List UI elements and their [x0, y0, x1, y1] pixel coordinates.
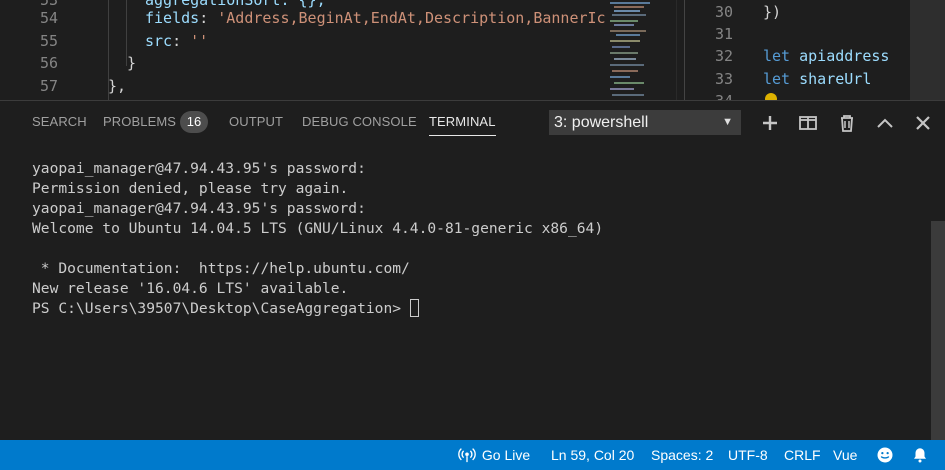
- chevron-down-icon: ▼: [722, 116, 733, 128]
- encoding[interactable]: UTF-8: [728, 440, 768, 470]
- code-line-57: },: [108, 77, 127, 95]
- terminal-select[interactable]: 3: powershell ▼: [549, 110, 741, 135]
- panel: SEARCH PROBLEMS 16 OUTPUT DEBUG CONSOLE T…: [0, 100, 945, 441]
- terminal-cursor: [409, 299, 419, 317]
- terminal-line: yaopai_manager@47.94.43.95's password:: [32, 200, 366, 217]
- terminal-scrollbar[interactable]: [931, 221, 945, 441]
- line-number: 34: [685, 90, 733, 100]
- terminal-output[interactable]: yaopai_manager@47.94.43.95's password: P…: [32, 159, 912, 319]
- indentation[interactable]: Spaces: 2: [651, 440, 713, 470]
- line-number: 57: [39, 77, 58, 95]
- tab-search[interactable]: SEARCH: [32, 101, 87, 143]
- left-editor[interactable]: 53 aggregationSort: {}, 54 fields: 'Addr…: [0, 0, 684, 100]
- line-number: 32: [714, 47, 733, 65]
- tab-problems-label: PROBLEMS: [103, 114, 177, 129]
- status-bar: Go Live Ln 59, Col 20 Spaces: 2 UTF-8 CR…: [0, 440, 945, 470]
- line-number: 54: [39, 9, 58, 27]
- split-icon[interactable]: [796, 111, 820, 135]
- lightbulb-icon[interactable]: [765, 93, 777, 100]
- code-line-33: let shareUrl: [763, 70, 872, 88]
- close-icon[interactable]: [911, 111, 935, 135]
- terminal-line: yaopai_manager@47.94.43.95's password:: [32, 160, 366, 177]
- plus-icon[interactable]: [758, 111, 782, 135]
- minimap[interactable]: [606, 0, 676, 100]
- tab-problems[interactable]: PROBLEMS 16: [103, 101, 209, 143]
- line-number: 56: [39, 54, 58, 72]
- panel-tabs: SEARCH PROBLEMS 16 OUTPUT DEBUG CONSOLE T…: [0, 101, 945, 143]
- feedback-smiley-icon[interactable]: [876, 440, 894, 470]
- terminal-prompt-line[interactable]: PS C:\Users\39507\Desktop\CaseAggregatio…: [32, 299, 912, 319]
- code-line-30: }): [763, 3, 782, 21]
- cursor-position[interactable]: Ln 59, Col 20: [551, 440, 634, 470]
- terminal-line: * Documentation: https://help.ubuntu.com…: [32, 260, 410, 277]
- tab-output[interactable]: OUTPUT: [229, 101, 283, 143]
- code-line-55: src: '': [145, 32, 209, 50]
- editor-scrollbar[interactable]: [676, 0, 684, 100]
- line-ending[interactable]: CRLF: [784, 440, 821, 470]
- notification-bell-icon[interactable]: [911, 440, 929, 470]
- trash-icon[interactable]: [835, 111, 859, 135]
- terminal-prompt: PS C:\Users\39507\Desktop\CaseAggregatio…: [32, 300, 410, 317]
- tab-terminal[interactable]: TERMINAL: [429, 101, 496, 143]
- chevron-up-icon[interactable]: [873, 111, 897, 135]
- terminal-select-value: 3: powershell: [554, 114, 649, 131]
- line-number: 30: [714, 3, 733, 21]
- problems-count-badge: 16: [180, 110, 209, 133]
- code-line-54: fields: 'Address,BeginAt,EndAt,Descripti…: [145, 9, 606, 27]
- terminal-line: Permission denied, please try again.: [32, 180, 349, 197]
- terminal-line: New release '16.04.6 LTS' available.: [32, 280, 349, 297]
- tab-debug-console[interactable]: DEBUG CONSOLE: [302, 101, 417, 143]
- editor-area: 53 aggregationSort: {}, 54 fields: 'Addr…: [0, 0, 945, 100]
- broadcast-icon: [458, 448, 476, 463]
- line-number: 31: [714, 25, 733, 43]
- line-number: 55: [39, 32, 58, 50]
- right-editor[interactable]: 30 }) 31 32 let apiaddress 33 let shareU…: [684, 0, 945, 100]
- editor-scrollbar[interactable]: [910, 0, 945, 100]
- go-live-button[interactable]: Go Live: [458, 440, 530, 470]
- line-number: 33: [714, 70, 733, 88]
- language-mode[interactable]: Vue: [833, 440, 857, 470]
- go-live-label: Go Live: [481, 447, 531, 463]
- terminal-line: Welcome to Ubuntu 14.04.5 LTS (GNU/Linux…: [32, 220, 604, 237]
- code-line-56: }: [127, 54, 137, 72]
- code-line-32: let apiaddress: [763, 47, 890, 65]
